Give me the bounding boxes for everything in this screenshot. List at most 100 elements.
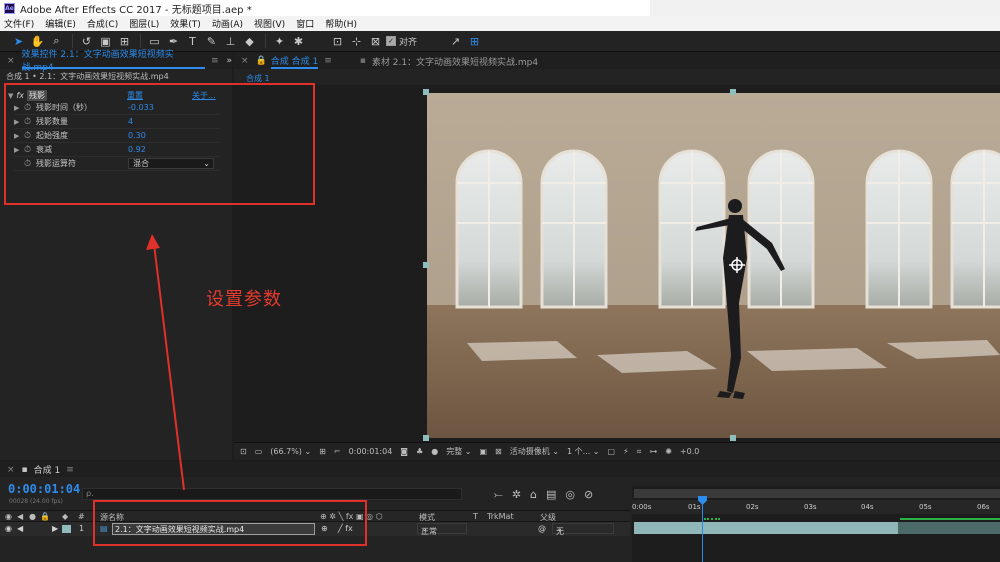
toolbar-divider xyxy=(265,34,266,48)
audio-icon[interactable]: ◀ xyxy=(17,524,23,533)
menu-file[interactable]: 文件(F) xyxy=(4,17,34,30)
time-ruler-area[interactable]: 0:00s 01s 02s 03s 04s 05s 06s xyxy=(632,486,1000,562)
close-icon[interactable]: × xyxy=(7,56,15,66)
zoom-dropdown[interactable]: (66.7%) ⌄ xyxy=(270,447,311,456)
motion-blur-icon[interactable]: ◎ xyxy=(565,488,575,502)
shy-layers-icon[interactable]: ⌂ xyxy=(530,488,537,502)
snapshot-icon[interactable]: ◙ xyxy=(400,447,408,456)
eye-icon[interactable]: ◉ xyxy=(5,512,12,521)
brush-tool-icon[interactable]: ✎ xyxy=(203,33,220,50)
roto-brush-tool-icon[interactable]: ✦ xyxy=(271,33,288,50)
parent-dropdown[interactable]: 无 ⌄ xyxy=(552,523,614,536)
eraser-tool-icon[interactable]: ◆ xyxy=(241,33,258,50)
close-icon[interactable]: × xyxy=(241,56,249,66)
menu-view[interactable]: 视图(V) xyxy=(254,17,285,30)
fast-previews-icon[interactable]: ⚡ xyxy=(623,447,629,456)
column-trkmat[interactable]: TrkMat xyxy=(487,512,514,521)
exposure-icon[interactable]: ✺ xyxy=(665,447,672,456)
menu-window[interactable]: 窗口 xyxy=(296,17,314,30)
panel-overflow-icon[interactable]: » xyxy=(226,56,232,66)
layer-duration-bar[interactable] xyxy=(634,522,898,534)
tab-effect-controls[interactable]: 效果控件 2.1：文字动画效果短视频实战.mp4 xyxy=(21,50,205,73)
expand-triangle-icon[interactable]: ▶ xyxy=(52,524,58,533)
frame-handle[interactable] xyxy=(423,89,429,95)
work-area-bar[interactable] xyxy=(634,489,1000,498)
region-of-interest-icon[interactable]: ▣ xyxy=(479,447,487,456)
eye-icon[interactable]: ◉ xyxy=(5,524,12,533)
audio-icon[interactable]: ◀ xyxy=(17,512,23,521)
comp-mini-flowchart-icon[interactable]: ⤚ xyxy=(494,488,503,502)
blend-mode-dropdown[interactable]: 正常 ⌄ xyxy=(417,523,467,536)
frame-handle[interactable] xyxy=(423,435,429,441)
annotation-text: 设置参数 xyxy=(206,289,282,310)
graph-editor-icon[interactable]: ⊘ xyxy=(584,488,593,502)
snap-features-icon[interactable]: ⊞ xyxy=(466,33,483,50)
tab-composition[interactable]: 合成 合成 1 xyxy=(270,53,319,69)
toggle-pixel-aspect-icon[interactable]: ▢ xyxy=(608,447,616,456)
monitor-icon[interactable]: ▭ xyxy=(255,447,263,456)
tab-timeline[interactable]: 合成 1 xyxy=(34,463,61,476)
frame-handle[interactable] xyxy=(730,435,736,441)
snap-edges-icon[interactable]: ↗ xyxy=(447,33,464,50)
checkbox-icon[interactable]: ✓ xyxy=(386,36,396,46)
frame-blending-icon[interactable]: ▤ xyxy=(546,488,556,502)
menu-help[interactable]: 帮助(H) xyxy=(325,17,357,30)
draft-3d-icon[interactable]: ✲ xyxy=(512,488,521,502)
resolution-dropdown[interactable]: 完整 ⌄ xyxy=(446,446,471,457)
menu-edit[interactable]: 编辑(E) xyxy=(45,17,76,30)
pickwhip-icon[interactable]: @ xyxy=(538,524,546,533)
snap-toggle[interactable]: ✓ 对齐 xyxy=(386,35,417,48)
ruler-label: 05s xyxy=(919,503,932,511)
close-icon[interactable]: × xyxy=(7,465,15,475)
toolbar-divider xyxy=(72,34,73,48)
composition-bottombar: ⊡ ▭ (66.7%) ⌄ ⊞ ⌐ 0:00:01:04 ◙ ♣ ● 完整 ⌄ … xyxy=(234,442,1000,460)
current-time[interactable]: 0:00:01:04 xyxy=(8,482,80,496)
layer-search-input[interactable]: ρ. xyxy=(82,488,462,500)
time-ruler[interactable]: 0:00s 01s 02s 03s 04s 05s 06s xyxy=(632,500,1000,514)
menu-layer[interactable]: 图层(L) xyxy=(129,17,159,30)
tab-footage[interactable]: 素材 2.1：文字动画效果短视频实战.mp4 xyxy=(372,55,538,68)
column-number: # xyxy=(78,512,85,521)
ruler-label: 04s xyxy=(861,503,874,511)
menu-animation[interactable]: 动画(A) xyxy=(212,17,243,30)
current-time-display[interactable]: 0:00:01:04 xyxy=(349,447,393,456)
label-color-swatch[interactable] xyxy=(62,525,71,533)
lock-icon[interactable]: 🔒 xyxy=(40,512,50,521)
panel-menu-icon[interactable]: ≡ xyxy=(211,56,219,66)
transparency-grid-icon[interactable]: ⊠ xyxy=(495,447,502,456)
layer-duration-bar-tail[interactable] xyxy=(898,522,1000,534)
annotation-box-layer xyxy=(93,500,367,546)
menu-composition[interactable]: 合成(C) xyxy=(87,17,118,30)
view-layout-dropdown[interactable]: 1 个... ⌄ xyxy=(567,446,600,457)
always-preview-icon[interactable]: ⊡ xyxy=(240,447,247,456)
mask-visibility-icon[interactable]: ⌐ xyxy=(334,447,341,456)
panel-menu-icon[interactable]: ≡ xyxy=(66,465,74,475)
snap-label: 对齐 xyxy=(399,37,418,48)
view-axis-icon[interactable]: ⊠ xyxy=(367,33,384,50)
composition-viewer[interactable] xyxy=(234,85,1000,442)
frame-rate: 00028 (24.00 fps) xyxy=(9,498,63,505)
exposure-value[interactable]: +0.0 xyxy=(680,447,699,456)
panel-menu-icon[interactable]: ≡ xyxy=(324,56,332,66)
safe-margins-icon[interactable]: ⊞ xyxy=(319,447,326,456)
composition-panel: × 🔒 合成 合成 1 ≡ ▪ 素材 2.1：文字动画效果短视频实战.mp4 合… xyxy=(234,53,1000,460)
world-axis-icon[interactable]: ⊹ xyxy=(348,33,365,50)
clone-stamp-tool-icon[interactable]: ⊥ xyxy=(222,33,239,50)
local-axis-icon[interactable]: ⊡ xyxy=(329,33,346,50)
flowchart-icon[interactable]: ⊶ xyxy=(649,447,657,456)
composition-icon: ▪ xyxy=(21,464,28,475)
puppet-pin-tool-icon[interactable]: ✱ xyxy=(290,33,307,50)
menu-effect[interactable]: 效果(T) xyxy=(170,17,201,30)
layer-index: 1 xyxy=(79,524,85,533)
camera-view-dropdown[interactable]: 活动摄像机 ⌄ xyxy=(510,446,559,457)
timeline-icon[interactable]: ⌗ xyxy=(637,447,642,457)
solo-icon[interactable]: ● xyxy=(29,512,36,521)
show-snapshot-icon[interactable]: ♣ xyxy=(416,447,423,456)
lock-icon[interactable]: 🔒 xyxy=(256,56,267,66)
playhead-line[interactable] xyxy=(702,496,703,562)
color-channel-icon[interactable]: ● xyxy=(431,447,438,456)
label-icon[interactable]: ◆ xyxy=(62,512,68,521)
frame-handle[interactable] xyxy=(730,89,736,95)
frame-handle[interactable] xyxy=(423,262,429,268)
video-frame[interactable] xyxy=(427,93,1000,438)
